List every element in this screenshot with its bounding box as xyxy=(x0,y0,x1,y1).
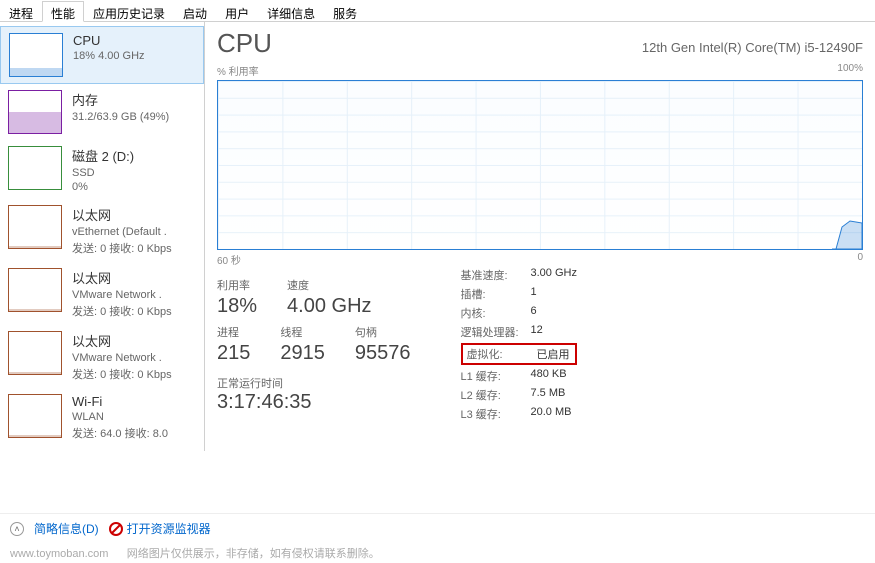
stat-句柄: 句柄 95576 xyxy=(355,324,411,365)
detail-val: 12 xyxy=(531,324,543,340)
sidebar: CPU 18% 4.00 GHz 内存 31.2/63.9 GB (49%) 磁盘 2 … xyxy=(0,22,205,451)
forbid-icon xyxy=(109,522,123,536)
detail-row-逻辑处理器:: 逻辑处理器:12 xyxy=(461,324,577,340)
detail-key: 插槽: xyxy=(461,286,531,302)
detail-val: 20.0 MB xyxy=(531,406,572,422)
detail-key: L1 缓存: xyxy=(461,368,531,384)
stat-线程: 线程 2915 xyxy=(280,324,325,365)
detail-key: L2 缓存: xyxy=(461,387,531,403)
sidebar-item-eth-4[interactable]: 以太网 VMware Network . 发送: 0 接收: 0 Kbps xyxy=(0,262,204,325)
stat-label: 句柄 xyxy=(355,324,411,340)
sidebar-item-wifi-6[interactable]: Wi-Fi WLAN 发送: 64.0 接收: 8.0 xyxy=(0,388,204,447)
sidebar-item-cpu-0[interactable]: CPU 18% 4.00 GHz xyxy=(0,26,204,84)
detail-row-L3 缓存:: L3 缓存:20.0 MB xyxy=(461,406,577,422)
cpu-model: 12th Gen Intel(R) Core(TM) i5-12490F xyxy=(642,40,863,55)
page-title: CPU xyxy=(217,28,272,59)
thumb-icon xyxy=(8,394,62,438)
thumb-icon xyxy=(8,90,62,134)
sidebar-item-sub: VMware Network . xyxy=(72,352,196,364)
sidebar-item-sub: 18% 4.00 GHz xyxy=(73,50,195,62)
detail-val: 3.00 GHz xyxy=(531,267,577,283)
tab-应用历史记录[interactable]: 应用历史记录 xyxy=(84,1,174,22)
chart-bottom-left-label: 60 秒 xyxy=(217,252,241,267)
sidebar-item-mem-1[interactable]: 内存 31.2/63.9 GB (49%) xyxy=(0,84,204,140)
detail-row-插槽:: 插槽:1 xyxy=(461,286,577,302)
sidebar-item-eth-5[interactable]: 以太网 VMware Network . 发送: 0 接收: 0 Kbps xyxy=(0,325,204,388)
bottom-bar: ˄ 简略信息(D) 打开资源监视器 xyxy=(0,513,875,543)
stat-速度: 速度 4.00 GHz xyxy=(287,277,371,318)
uptime-label: 正常运行时间 xyxy=(217,375,411,391)
tab-详细信息[interactable]: 详细信息 xyxy=(258,1,324,22)
chart-bottom-right-label: 0 xyxy=(857,252,863,267)
detail-row-L2 缓存:: L2 缓存:7.5 MB xyxy=(461,387,577,403)
sidebar-item-sub2: 0% xyxy=(72,181,196,193)
fewer-details-link[interactable]: 简略信息(D) xyxy=(34,520,99,537)
sidebar-item-title: Wi-Fi xyxy=(72,394,196,409)
detail-key: 内核: xyxy=(461,305,531,321)
detail-key: 虚拟化: xyxy=(467,346,537,362)
sidebar-item-sub2: 发送: 0 接收: 0 Kbps xyxy=(72,240,196,256)
stat-进程: 进程 215 xyxy=(217,324,250,365)
tab-服务[interactable]: 服务 xyxy=(324,1,366,22)
stat-value: 4.00 GHz xyxy=(287,295,371,318)
detail-val: 6 xyxy=(531,305,537,321)
sidebar-item-disk-2[interactable]: 磁盘 2 (D:) SSD 0% xyxy=(0,140,204,199)
sidebar-item-sub2: 发送: 0 接收: 0 Kbps xyxy=(72,303,196,319)
stat-利用率: 利用率 18% xyxy=(217,277,257,318)
thumb-icon xyxy=(8,331,62,375)
sidebar-item-sub: VMware Network . xyxy=(72,289,196,301)
chart-top-left-label: % 利用率 xyxy=(217,63,259,78)
stat-label: 速度 xyxy=(287,277,371,293)
thumb-icon xyxy=(8,146,62,190)
stat-value: 95576 xyxy=(355,342,411,365)
thumb-icon xyxy=(8,205,62,249)
detail-row-L1 缓存:: L1 缓存:480 KB xyxy=(461,368,577,384)
sidebar-item-eth-3[interactable]: 以太网 vEthernet (Default . 发送: 0 接收: 0 Kbps xyxy=(0,199,204,262)
tab-进程[interactable]: 进程 xyxy=(0,1,42,22)
main-area: CPU 18% 4.00 GHz 内存 31.2/63.9 GB (49%) 磁盘 2 … xyxy=(0,22,875,513)
sidebar-item-title: 内存 xyxy=(72,90,196,109)
cpu-utilization-chart[interactable] xyxy=(217,80,863,250)
stat-value: 215 xyxy=(217,342,250,365)
detail-row-基准速度:: 基准速度:3.00 GHz xyxy=(461,267,577,283)
detail-key: 逻辑处理器: xyxy=(461,324,531,340)
uptime-value: 3:17:46:35 xyxy=(217,391,411,414)
chart-trace-icon xyxy=(832,219,862,249)
detail-row-虚拟化:: 虚拟化:已启用 xyxy=(461,343,577,365)
stat-label: 线程 xyxy=(280,324,325,340)
detail-val: 7.5 MB xyxy=(531,387,566,403)
chart-top-right-label: 100% xyxy=(837,63,863,78)
stat-label: 利用率 xyxy=(217,277,257,293)
detail-row-内核:: 内核:6 xyxy=(461,305,577,321)
detail-val: 480 KB xyxy=(531,368,567,384)
stat-value: 2915 xyxy=(280,342,325,365)
footer: www.toymoban.com 网络图片仅供展示，非存储，如有侵权请联系删除。 xyxy=(0,543,875,563)
thumb-icon xyxy=(9,33,63,77)
sidebar-item-title: 以太网 xyxy=(72,268,196,287)
sidebar-item-sub: SSD xyxy=(72,167,196,179)
chevron-up-icon[interactable]: ˄ xyxy=(10,522,24,536)
detail-key: L3 缓存: xyxy=(461,406,531,422)
sidebar-item-title: 磁盘 2 (D:) xyxy=(72,146,196,165)
thumb-icon xyxy=(8,268,62,312)
sidebar-item-sub: 31.2/63.9 GB (49%) xyxy=(72,111,196,123)
tab-bar: 进程性能应用历史记录启动用户详细信息服务 xyxy=(0,0,875,22)
open-resource-monitor-link[interactable]: 打开资源监视器 xyxy=(109,520,211,537)
stat-value: 18% xyxy=(217,295,257,318)
tab-启动[interactable]: 启动 xyxy=(174,1,216,22)
sidebar-item-title: 以太网 xyxy=(72,331,196,350)
sidebar-item-sub2: 发送: 64.0 接收: 8.0 xyxy=(72,425,196,441)
sidebar-item-sub2: 发送: 0 接收: 0 Kbps xyxy=(72,366,196,382)
tab-用户[interactable]: 用户 xyxy=(216,1,258,22)
stat-label: 进程 xyxy=(217,324,250,340)
detail-val: 已启用 xyxy=(537,346,570,362)
sidebar-item-title: CPU xyxy=(73,33,195,48)
tab-性能[interactable]: 性能 xyxy=(42,1,84,22)
sidebar-item-sub: WLAN xyxy=(72,411,196,423)
sidebar-item-title: 以太网 xyxy=(72,205,196,224)
detail-val: 1 xyxy=(531,286,537,302)
detail-key: 基准速度: xyxy=(461,267,531,283)
sidebar-item-sub: vEthernet (Default . xyxy=(72,226,196,238)
content-panel: CPU 12th Gen Intel(R) Core(TM) i5-12490F… xyxy=(205,22,875,513)
